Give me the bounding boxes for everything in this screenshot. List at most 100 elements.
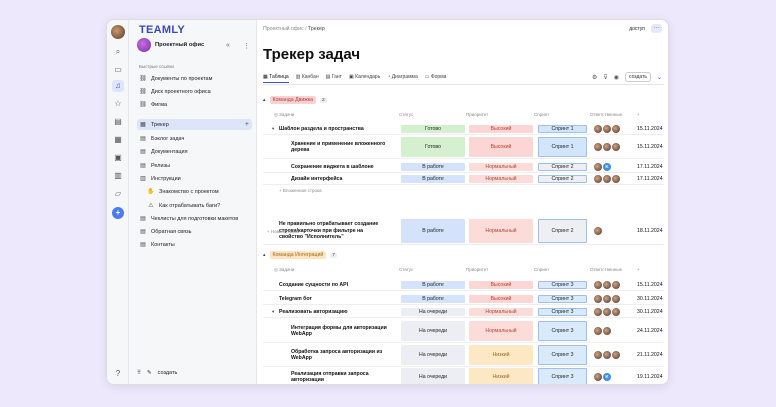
chevron-down-icon[interactable]: ▾ (272, 309, 274, 315)
owners-cell[interactable] (594, 308, 620, 316)
sidebar-item[interactable]: ▥ Инструкции (137, 173, 252, 184)
date-cell[interactable]: 17.11.2024 (637, 176, 663, 182)
user-avatar[interactable] (111, 25, 125, 39)
date-cell[interactable]: 30.11.2024 (637, 296, 663, 302)
status-cell[interactable]: На очереди (401, 308, 465, 316)
add-new-row[interactable]: + Новая строка (267, 229, 299, 234)
tab-2[interactable]: ▤ Гант (326, 74, 342, 83)
column-add[interactable]: + (637, 112, 640, 117)
status-cell[interactable]: Готово (401, 125, 465, 133)
sprint-cell[interactable]: Спринт 3 (538, 321, 587, 341)
table-row[interactable]: Сохранение виджета в шаблоне В работе Норм… (263, 161, 664, 173)
date-cell[interactable]: 19.11.2024 (637, 374, 663, 380)
group-header[interactable]: ▴ Команда Движка 2 (263, 96, 327, 104)
priority-cell[interactable]: Нормальный (469, 175, 533, 183)
tab-3[interactable]: ▣ Календарь (349, 74, 380, 83)
task-name[interactable]: Сохранение виджета в шаблоне (291, 164, 388, 170)
owners-cell[interactable] (594, 327, 611, 335)
grid-icon[interactable]: ▣ (112, 152, 124, 164)
priority-cell[interactable]: Высокий (469, 137, 533, 157)
add-space-icon[interactable]: + (112, 207, 124, 219)
sprint-cell[interactable]: Спринт 3 (538, 281, 587, 289)
owners-cell[interactable] (594, 143, 620, 151)
sidebar-item[interactable]: ⛓ Документы по проектам (137, 73, 252, 84)
date-cell[interactable]: 15.11.2024 (637, 282, 663, 288)
sprint-cell[interactable]: Спринт 3 (538, 295, 587, 303)
sprint-cell[interactable]: Спринт 1 (538, 125, 587, 133)
priority-cell[interactable]: Высокий (469, 281, 533, 289)
more-icon[interactable]: ··· (651, 24, 662, 33)
create-row-button[interactable]: создать (625, 72, 651, 82)
sidebar-item[interactable]: ⛓ Фигма (137, 99, 252, 110)
task-name[interactable]: Хранение и применение вложенного дерева (291, 141, 388, 154)
chevron-down-icon[interactable]: ▾ (272, 126, 274, 132)
date-cell[interactable]: 17.11.2024 (637, 164, 663, 170)
owners-cell[interactable] (594, 351, 620, 359)
date-cell[interactable]: 18.11.2024 (637, 228, 663, 234)
owners-cell[interactable] (594, 295, 620, 303)
tab-4[interactable]: ◔ Диаграмма (387, 74, 417, 83)
sprint-cell[interactable]: Спринт 3 (538, 308, 587, 316)
status-cell[interactable]: В работе (401, 281, 465, 289)
sprint-cell[interactable]: Спринт 1 (538, 137, 587, 157)
priority-cell[interactable]: Нормальный (469, 163, 533, 171)
star-icon[interactable]: ☆ (112, 98, 124, 110)
owners-cell[interactable] (594, 281, 620, 289)
settings-icon[interactable]: ⚙ (592, 74, 597, 81)
priority-cell[interactable]: Нормальный (469, 308, 533, 316)
group-header[interactable]: ▴ Команда Интеграций 7 (263, 251, 337, 259)
chevron-down-icon[interactable]: ▴ (263, 252, 266, 258)
sidebar-item[interactable]: ⛓ Диск проектного офиса (137, 86, 252, 97)
owners-cell[interactable] (594, 227, 602, 235)
add-nested-row[interactable]: + Вложенная строка (279, 188, 322, 193)
breadcrumb-parent[interactable]: Проектный офис (263, 26, 304, 32)
tab-5[interactable]: ▭ Форма (425, 74, 447, 83)
table-row[interactable]: Хранение и применение вложенного дерева Г… (263, 135, 664, 159)
status-cell[interactable]: В работе (401, 175, 465, 183)
chevron-down-icon[interactable]: ⌄ (657, 74, 662, 81)
tab-0[interactable]: ▦ Таблица (263, 74, 289, 83)
sprint-cell[interactable]: Спринт 2 (538, 219, 587, 243)
priority-cell[interactable]: Нормальный (469, 321, 533, 341)
edit-icon[interactable]: ✎ (147, 370, 152, 376)
table-icon[interactable]: ▦ (112, 134, 124, 146)
help-icon[interactable]: ? (112, 368, 124, 380)
add-page-icon[interactable]: + (245, 121, 252, 128)
search-icon[interactable]: ⌕ (112, 46, 124, 58)
priority-cell[interactable]: Низкий (469, 345, 533, 365)
status-cell[interactable]: На очереди (401, 345, 465, 365)
priority-cell[interactable]: Высокий (469, 295, 533, 303)
table-row[interactable]: Не правильно отрабатывает создание строк… (263, 217, 664, 245)
sprint-cell[interactable]: Спринт 3 (538, 345, 587, 365)
collapse-sidebar-icon[interactable]: « (226, 42, 230, 49)
sidebar-item[interactable]: ▤ Контакты (137, 239, 252, 250)
folder-icon[interactable]: ▱ (112, 188, 124, 200)
table-row[interactable]: Реализация отправки запроса авторизации Н… (263, 366, 664, 384)
sidebar-item[interactable]: ▤ Чеклисты для подготовки макетов (137, 213, 252, 224)
task-name[interactable]: Дизайн интерфейса (291, 176, 388, 182)
status-cell[interactable]: В работе (401, 295, 465, 303)
date-cell[interactable]: 15.11.2024 (637, 144, 663, 150)
table-row[interactable]: Дизайн интерфейса В работе Нормальный Сприн… (263, 173, 664, 185)
status-cell[interactable]: Готово (401, 137, 465, 157)
table-row[interactable]: ▾ Реализовать авторизацию На очереди Нормал… (263, 306, 664, 318)
status-cell[interactable]: В работе (401, 219, 465, 243)
table-row[interactable]: ▾ Шаблон раздела и пространства Готово Высо… (263, 123, 664, 135)
owners-cell[interactable]: K (594, 373, 611, 381)
chevron-down-icon[interactable]: ▴ (263, 97, 266, 103)
drag-icon[interactable]: ⠿ (137, 370, 141, 376)
status-cell[interactable]: В работе (401, 163, 465, 171)
sprint-cell[interactable]: Спринт 3 (538, 368, 587, 384)
task-name[interactable]: Интеграция формы для авторизации WebApp (291, 325, 388, 338)
priority-cell[interactable]: Нормальный (469, 219, 533, 243)
task-name[interactable]: Telegram бот (279, 296, 388, 302)
task-name[interactable]: Реализовать авторизацию (279, 309, 388, 315)
bell-icon[interactable]: ♫ (112, 80, 124, 92)
access-button[interactable]: доступ (629, 26, 645, 32)
task-name[interactable]: Шаблон раздела и пространства (279, 126, 388, 132)
priority-cell[interactable]: Низкий (469, 368, 533, 384)
owners-cell[interactable] (594, 125, 620, 133)
owners-cell[interactable] (594, 175, 620, 183)
date-cell[interactable]: 15.11.2024 (637, 126, 663, 132)
owners-cell[interactable]: K (594, 163, 611, 171)
